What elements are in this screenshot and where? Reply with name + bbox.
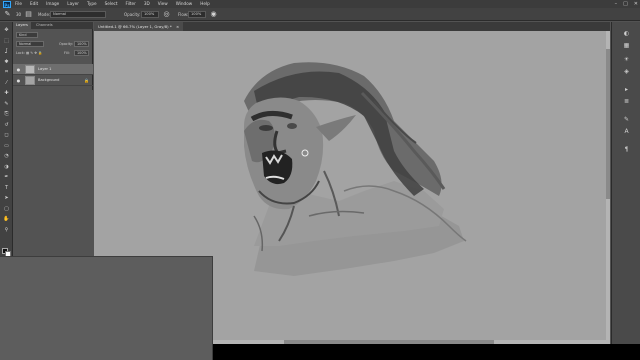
adjustments-panel-icon[interactable]: ☀	[622, 56, 631, 63]
eraser-tool-icon[interactable]: ◻	[2, 132, 11, 138]
options-bar: ✎ 30 ▤ Mode: Normal Opacity: 100% ◎ Flow…	[0, 8, 640, 21]
menu-image[interactable]: Image	[42, 0, 63, 8]
hand-tool-icon[interactable]: ✋	[2, 216, 11, 222]
paragraph-panel-icon[interactable]: ¶	[622, 146, 631, 153]
history-brush-tool-icon[interactable]: ↺	[2, 122, 11, 128]
menu-type[interactable]: Type	[83, 0, 101, 8]
pen-tool-icon[interactable]: ✒	[2, 174, 11, 180]
quick-select-tool-icon[interactable]: ✱	[2, 59, 11, 65]
maximize-icon[interactable]: □	[623, 0, 628, 8]
kind-filter-select[interactable]: Kind	[16, 32, 38, 38]
vertical-scroll-thumb[interactable]	[606, 49, 610, 199]
brush-preset-icon[interactable]: ✎	[3, 10, 12, 19]
layer-opacity-input[interactable]: 100%	[74, 41, 89, 47]
opacity-label: Opacity:	[124, 12, 141, 17]
brush-tool-icon[interactable]: ✎	[2, 101, 11, 107]
eye-icon[interactable]: ●	[16, 67, 21, 72]
zoom-tool-icon[interactable]: ⚲	[2, 227, 11, 233]
tab-layers[interactable]: Layers	[13, 22, 31, 29]
menu-edit[interactable]: Edit	[26, 0, 42, 8]
healing-tool-icon[interactable]: ✚	[2, 90, 11, 96]
layer-opacity-label: Opacity:	[59, 42, 73, 46]
blend-mode-select[interactable]: Normal	[16, 41, 44, 47]
pressure-opacity-icon[interactable]: ◎	[162, 10, 171, 19]
menu-help[interactable]: Help	[196, 0, 214, 8]
mode-select[interactable]: Normal	[50, 11, 106, 18]
properties-panel-icon[interactable]: ≣	[622, 98, 631, 105]
styles-panel-icon[interactable]: ◈	[622, 68, 631, 75]
lock-label: Lock:	[16, 51, 25, 55]
layer-row-layer-1[interactable]: ● Layer 1	[13, 64, 93, 75]
fill-label: Fill:	[64, 51, 70, 55]
window-controls: – □ ✕	[615, 0, 638, 8]
layer-thumbnail	[25, 65, 35, 74]
swatches-panel-icon[interactable]: ▦	[622, 42, 631, 49]
mode-label: Mode:	[38, 12, 51, 17]
move-tool-icon[interactable]: ✥	[2, 27, 11, 33]
menu-file[interactable]: File	[11, 0, 26, 8]
blur-tool-icon[interactable]: ◔	[2, 153, 11, 159]
character-panel-icon[interactable]: A	[622, 128, 631, 135]
dodge-tool-icon[interactable]: ◑	[2, 164, 11, 170]
close-icon[interactable]: ✕	[634, 0, 638, 8]
tools-panel: ✥ ⬚ ʆ ✱ ⌗ ⁄ ✚ ✎ ⎘ ↺ ◻ ▭ ◔ ◑ ✒ T ➤ ▢ ✋ ⚲	[0, 22, 13, 260]
crop-tool-icon[interactable]: ⌗	[2, 69, 11, 75]
vertical-scrollbar[interactable]	[606, 31, 610, 344]
document-tab[interactable]: Untitled-1 @ 66.7% (Layer 1, Gray/8) * ×	[94, 22, 184, 31]
path-select-tool-icon[interactable]: ➤	[2, 195, 11, 201]
document-title: Untitled-1 @ 66.7% (Layer 1, Gray/8) *	[98, 24, 172, 29]
overlay-panel	[0, 256, 213, 360]
document-tab-bar: Untitled-1 @ 66.7% (Layer 1, Gray/8) * ×	[94, 22, 610, 31]
photoshop-logo-icon: Ps	[3, 0, 11, 8]
close-tab-icon[interactable]: ×	[176, 24, 179, 29]
fill-input[interactable]: 100%	[74, 50, 89, 56]
menu-select[interactable]: Select	[101, 0, 122, 8]
clone-stamp-tool-icon[interactable]: ⎘	[2, 111, 11, 117]
brush-size-label[interactable]: 30	[14, 10, 23, 19]
color-panel-icon[interactable]: ◐	[622, 30, 631, 37]
opacity-input[interactable]: 100%	[141, 11, 159, 18]
marquee-tool-icon[interactable]: ⬚	[2, 38, 11, 44]
eyedropper-tool-icon[interactable]: ⁄	[2, 80, 11, 86]
panel-tabs: Layers Channels	[13, 22, 93, 29]
minimize-icon[interactable]: –	[615, 0, 618, 8]
layer-name: Background	[38, 78, 60, 82]
lock-icons[interactable]: ▦ ✎ ✥ 🔒	[26, 50, 42, 56]
menu-window[interactable]: Window	[172, 0, 197, 8]
brush-panel-icon[interactable]: ✎	[622, 116, 631, 123]
tab-channels[interactable]: Channels	[33, 22, 56, 29]
brush-panel-icon[interactable]: ▤	[24, 10, 33, 19]
flow-label: Flow:	[178, 12, 189, 17]
menu-layer[interactable]: Layer	[63, 0, 83, 8]
layer-name: Layer 1	[38, 67, 52, 71]
menu-filter[interactable]: Filter	[121, 0, 139, 8]
right-panel-dock: ◐ ▦ ☀ ◈ ▸ ≣ ✎ A ¶	[611, 22, 640, 344]
flow-input[interactable]: 100%	[188, 11, 206, 18]
layer-thumbnail	[25, 76, 35, 85]
shape-tool-icon[interactable]: ▢	[2, 206, 11, 212]
lasso-tool-icon[interactable]: ʆ	[2, 48, 11, 54]
gradient-tool-icon[interactable]: ▭	[2, 143, 11, 149]
menu-3d[interactable]: 3D	[140, 0, 154, 8]
layer-row-background[interactable]: ● Background 🔒	[13, 75, 93, 86]
type-tool-icon[interactable]: T	[2, 185, 11, 191]
lock-icon: 🔒	[84, 78, 89, 83]
airbrush-icon[interactable]: ◉	[209, 10, 218, 19]
menu-view[interactable]: View	[154, 0, 172, 8]
layers-panel: Layers Channels Kind Normal Opacity: 100…	[13, 22, 93, 90]
eye-icon[interactable]: ●	[16, 78, 21, 83]
menu-bar: Ps File Edit Image Layer Type Select Fil…	[0, 0, 640, 8]
history-panel-icon[interactable]: ▸	[622, 86, 631, 93]
